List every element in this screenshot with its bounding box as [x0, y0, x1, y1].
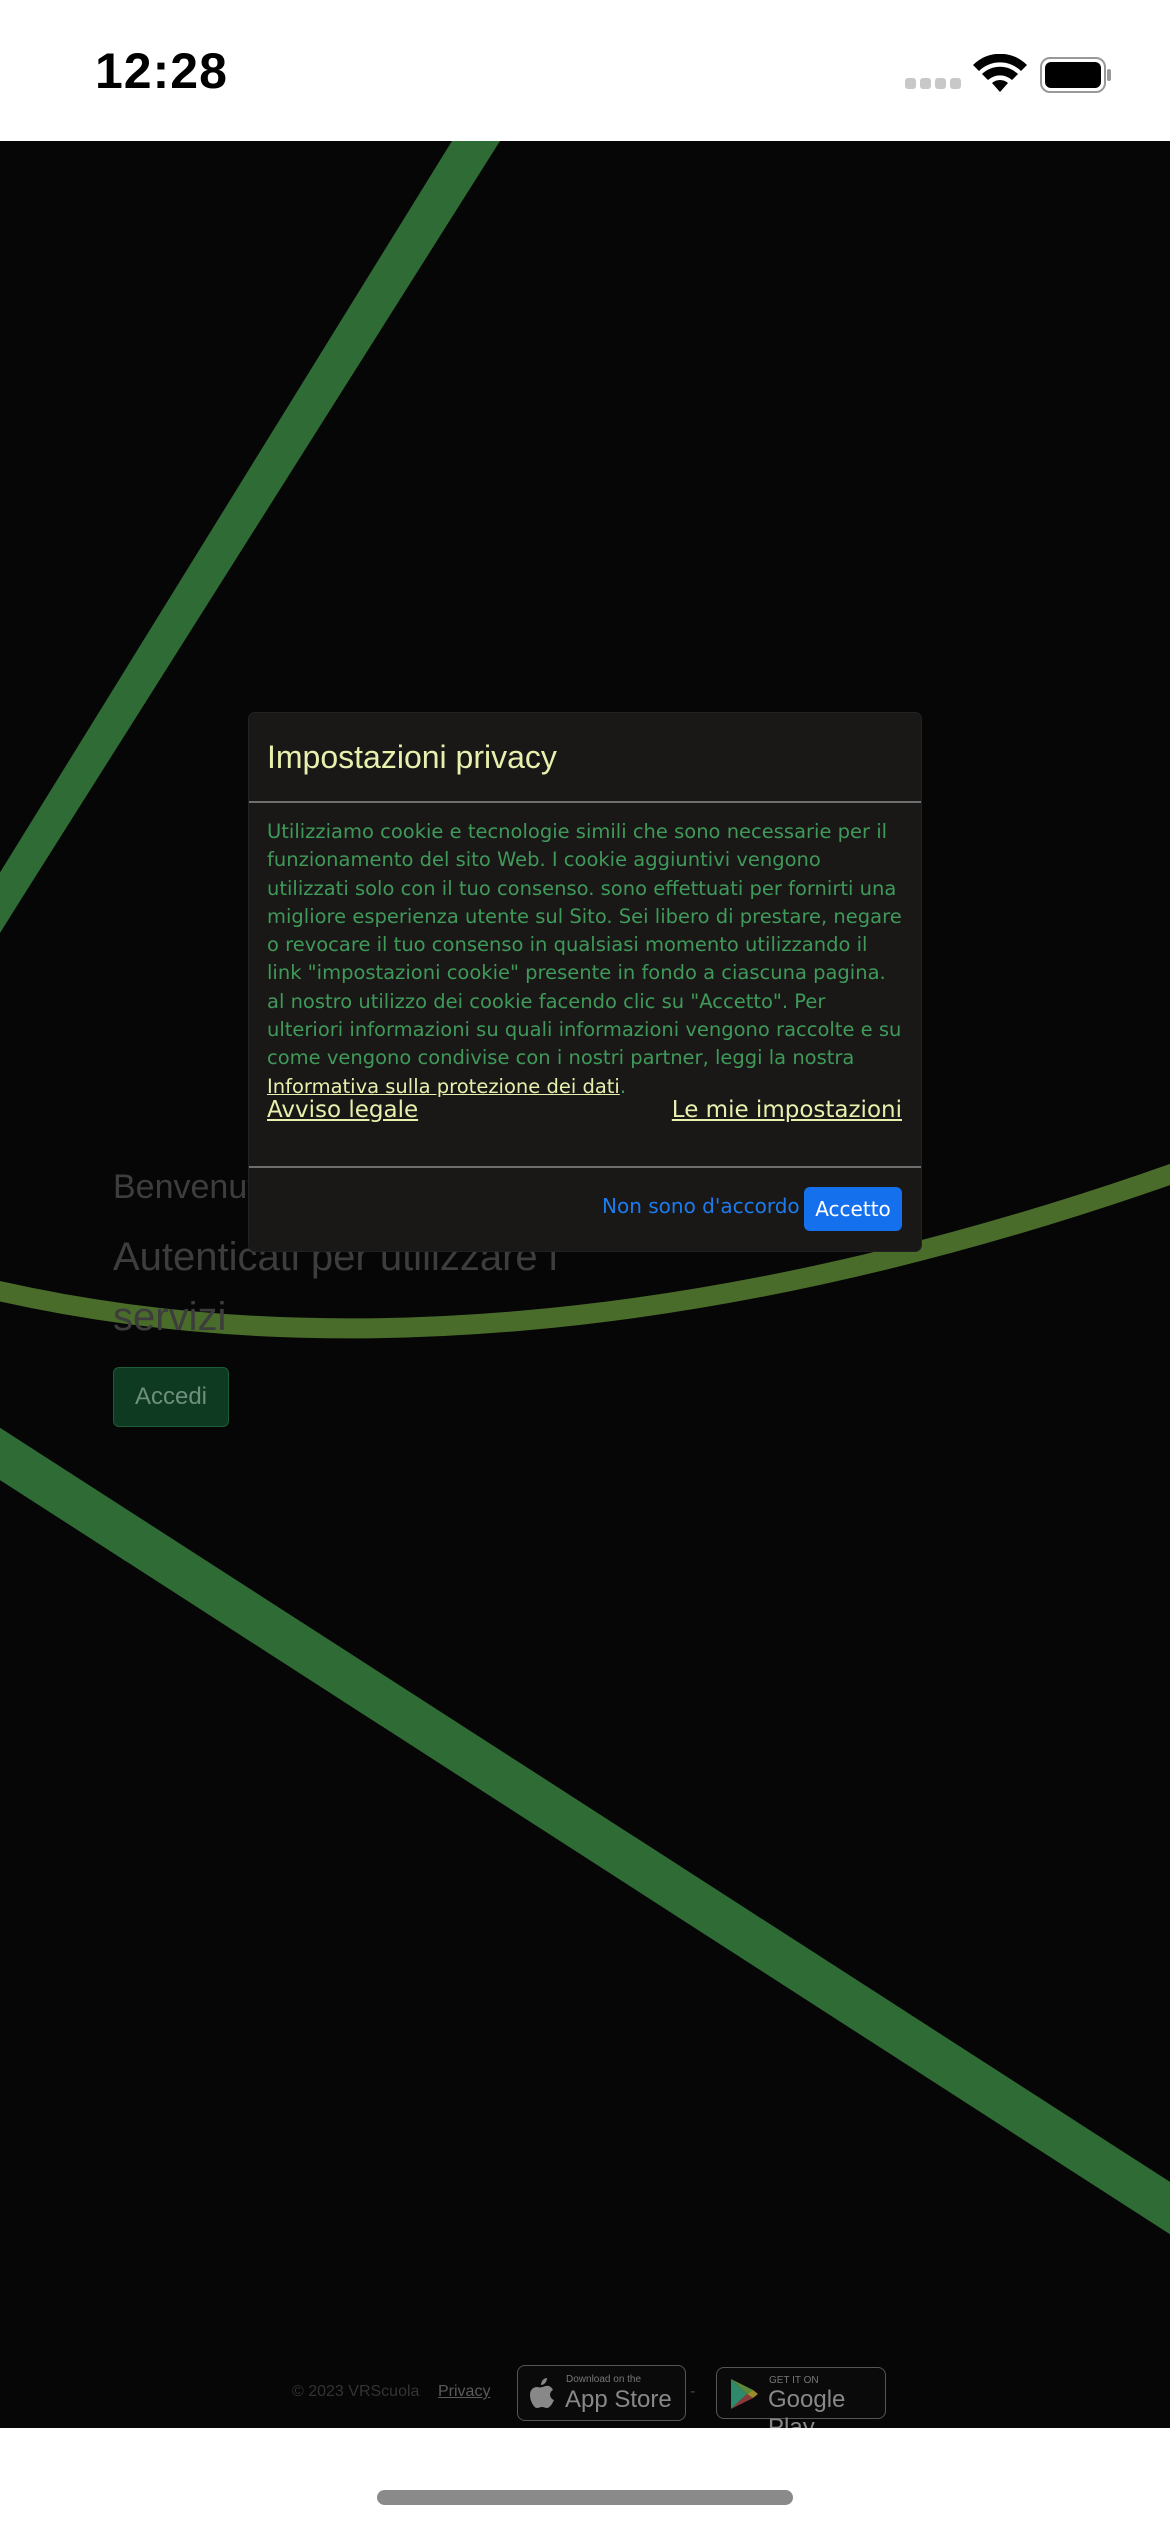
modal-body: Utilizziamo cookie e tecnologie simili c…: [267, 818, 907, 1101]
modal-divider-top: [249, 801, 921, 803]
home-indicator[interactable]: [377, 2490, 793, 2505]
legal-notice-link[interactable]: Avviso legale: [267, 1097, 418, 1123]
modal-divider-bottom: [249, 1166, 921, 1168]
app-store-big: App Store: [565, 2386, 672, 2413]
status-bar: 12:28: [0, 0, 1170, 141]
status-time: 12:28: [95, 43, 228, 99]
footer-separator: -: [690, 2383, 696, 2400]
decline-button[interactable]: Non sono d'accordo: [602, 1194, 800, 1218]
apple-icon: [530, 2378, 554, 2408]
modal-title: Impostazioni privacy: [267, 739, 557, 775]
battery-icon: [1040, 57, 1111, 93]
google-play-badge[interactable]: GET IT ON Google Play: [716, 2367, 886, 2428]
accept-button[interactable]: Accetto: [804, 1187, 902, 1231]
app-store-badge[interactable]: Download on the App Store: [517, 2365, 686, 2421]
login-button[interactable]: Accedi: [113, 1367, 229, 1427]
copyright-text: © 2023 VRScuola: [292, 2383, 420, 2400]
google-play-small: GET IT ON: [769, 2375, 819, 2386]
google-play-big: Google Play: [768, 2386, 846, 2428]
app-store-small: Download on the: [566, 2374, 642, 2385]
body-period: .: [619, 1074, 627, 1098]
wifi-icon: [973, 54, 1027, 92]
privacy-link[interactable]: Privacy: [438, 2383, 490, 2401]
policy-link[interactable]: Informativa sulla protezione dei dati: [267, 1075, 620, 1098]
my-settings-link[interactable]: Le mie impostazioni: [672, 1097, 902, 1123]
modal-body-text: Utilizziamo cookie e tecnologie simili c…: [267, 820, 902, 1070]
privacy-modal: Impostazioni privacy Utilizziamo cookie …: [249, 713, 921, 1251]
page-background: Benvenuti nel sito VrScuola Autenticati …: [0, 141, 1170, 2428]
home-bar-area: [0, 2428, 1170, 2532]
cellular-signal-icon: [905, 78, 961, 92]
google-play-icon: [731, 2379, 758, 2409]
